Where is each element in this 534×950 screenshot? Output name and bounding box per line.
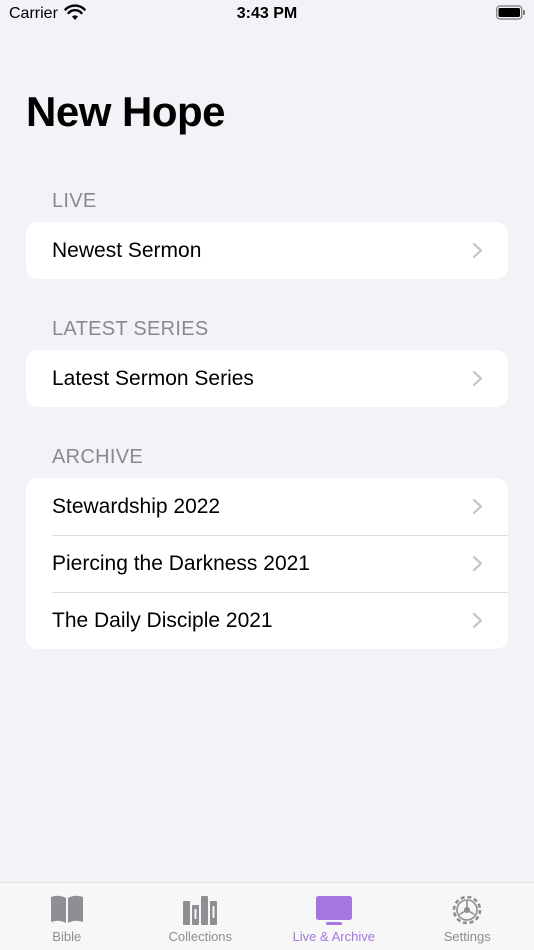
book-icon xyxy=(50,895,83,923)
archive-group: Stewardship 2022 Piercing the Darkness 2… xyxy=(26,478,508,649)
page-title: New Hope xyxy=(26,88,226,135)
chevron-right-icon xyxy=(472,612,483,629)
tab-live-archive[interactable]: Live & Archive xyxy=(267,883,401,950)
tab-collections[interactable]: Collections xyxy=(134,883,268,950)
tab-bar: Bible Collections Live & Archive Setting… xyxy=(0,882,534,950)
status-time: 3:43 PM xyxy=(236,5,298,22)
list-item-stewardship-2022[interactable]: Stewardship 2022 xyxy=(26,478,508,535)
tv-icon xyxy=(315,896,352,925)
latest-series-group: Latest Sermon Series xyxy=(26,350,508,407)
tab-label: Live & Archive xyxy=(292,929,375,944)
chevron-right-icon xyxy=(472,555,483,572)
list-item-newest-sermon[interactable]: Newest Sermon xyxy=(26,222,508,279)
section-header-live: LIVE xyxy=(52,190,97,212)
list-item-label: Newest Sermon xyxy=(52,238,202,262)
status-bar: Carrier 3:43 PM xyxy=(0,0,534,30)
list-item-label: Stewardship 2022 xyxy=(52,494,221,518)
tab-label: Collections xyxy=(168,929,233,944)
tab-settings[interactable]: Settings xyxy=(401,883,534,950)
tab-label: Settings xyxy=(443,929,491,944)
section-header-archive: ARCHIVE xyxy=(52,446,144,468)
gear-icon xyxy=(452,895,482,925)
tab-bible[interactable]: Bible xyxy=(0,883,134,950)
list-item-the-daily-disciple-2021[interactable]: The Daily Disciple 2021 xyxy=(26,592,508,649)
chevron-right-icon xyxy=(472,242,483,259)
list-item-piercing-the-darkness-2021[interactable]: Piercing the Darkness 2021 xyxy=(26,535,508,592)
chevron-right-icon xyxy=(472,370,483,387)
tab-label: Bible xyxy=(52,929,82,944)
books-icon xyxy=(183,896,218,925)
list-item-label: Piercing the Darkness 2021 xyxy=(52,551,310,575)
chevron-right-icon xyxy=(472,498,483,515)
list-item-label: Latest Sermon Series xyxy=(52,366,254,390)
list-item-latest-sermon-series[interactable]: Latest Sermon Series xyxy=(26,350,508,407)
live-group: Newest Sermon xyxy=(26,222,508,279)
section-header-latest-series: LATEST SERIES xyxy=(52,318,209,340)
battery-icon xyxy=(496,5,525,20)
list-item-label: The Daily Disciple 2021 xyxy=(52,608,273,632)
